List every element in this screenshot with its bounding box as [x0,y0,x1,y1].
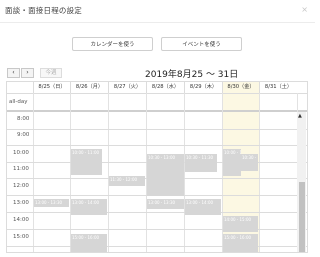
day-header: 8/25（日） [33,82,70,93]
calendar-event[interactable]: 15:00 - 16:00 [223,234,258,252]
header-divider [0,22,315,23]
grid-line [7,93,307,94]
dialog-title: 面談・面接日程の設定 [5,6,82,15]
calendar-event[interactable]: 10:30 - 13:00 [147,154,184,196]
time-label: 10:00 [13,150,29,156]
grid-line [7,129,307,130]
time-label: 11:00 [13,166,29,172]
grid-line [7,212,307,213]
calendar-event[interactable]: 15:00 - 16:00 [71,234,107,252]
day-header: 8/26（月） [70,82,108,93]
calendar-event[interactable]: 11:30 - 12:00 [109,176,145,186]
day-header: 8/29（木） [184,82,222,93]
calendar-event[interactable]: 13:00 - 14:00 [71,199,107,215]
calendar-event[interactable]: 14:00 - 15:00 [223,216,258,232]
time-label: 15:00 [13,234,29,240]
use-calendar-button[interactable]: カレンダーを使う [72,37,153,51]
calendar-grid: 8/25（日） 8/26（月） 8/27（火） 8/28（水） 8/29（木） … [6,81,308,253]
calendar-event[interactable]: 10:00 - 11:00 [71,149,102,175]
calendar-event[interactable]: 13:00 - 13:30 [147,199,184,209]
calendar-event[interactable]: 13:00 - 14:00 [185,199,221,215]
scrollbar-thumb[interactable] [299,182,305,252]
grid-line [7,110,307,112]
calendar-event[interactable]: 13:00 - 13:30 [34,199,69,207]
time-label: 13:00 [13,200,29,206]
day-header: 8/27（火） [108,82,146,93]
time-label: 14:00 [13,217,29,223]
grid-line [7,229,307,230]
scroll-up-icon[interactable]: ▲ [298,113,302,119]
day-header: 8/30（金） [222,82,259,93]
close-icon[interactable]: × [301,5,308,14]
this-week-button[interactable]: 今週 [40,68,62,78]
calendar-event[interactable]: 10:30 - 11:30 [185,154,217,172]
grid-line [7,145,307,146]
use-event-button[interactable]: イベントを使う [161,37,242,51]
calendar-event[interactable]: 10:00 - 11:00 [223,149,241,176]
day-header: 8/31（土） [259,82,297,93]
grid-line [7,246,307,247]
time-label: 8:00 [17,116,30,122]
next-week-button[interactable]: › [21,68,34,78]
week-range-title: 2019年8月25 〜 31日 [145,70,239,80]
allday-label: all-day [9,99,28,105]
day-header: 8/28（水） [146,82,184,93]
calendar-event[interactable]: 10:30 - 11:30 [241,154,258,171]
prev-week-button[interactable]: ‹ [7,68,20,78]
time-label: 9:00 [17,132,30,138]
time-label: 12:00 [13,183,29,189]
